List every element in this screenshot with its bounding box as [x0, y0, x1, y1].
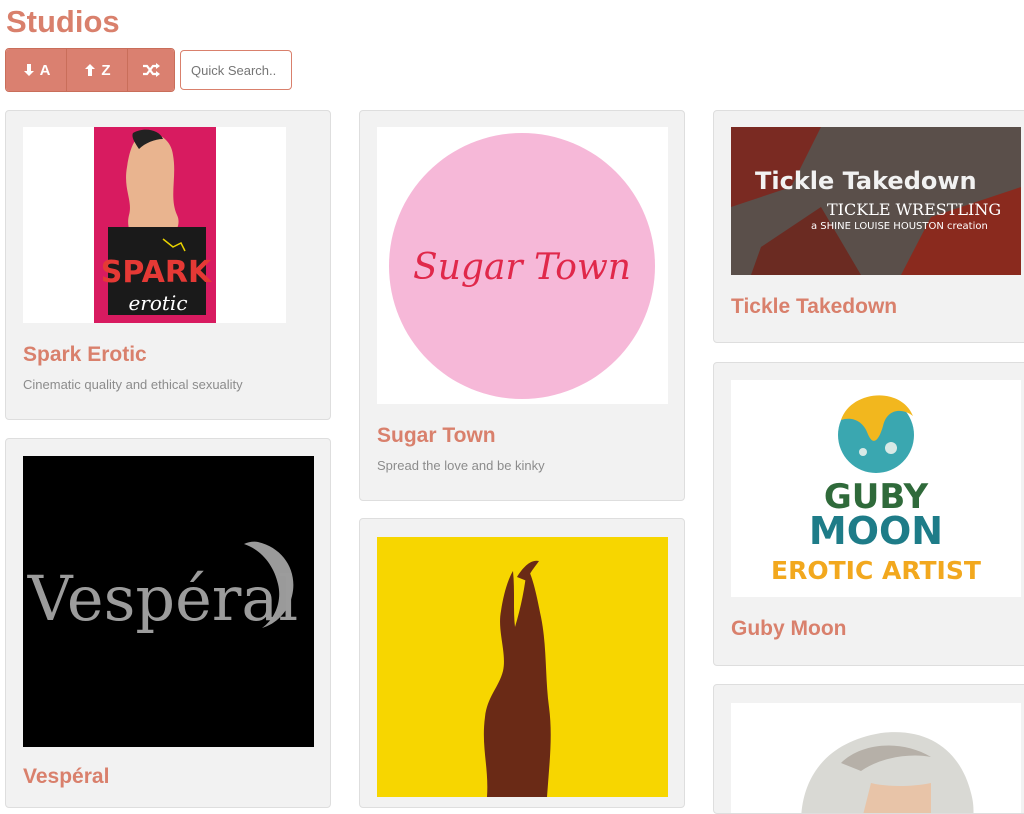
- tickle-logo-subtitle: TICKLE WRESTLING: [827, 200, 1001, 219]
- studio-logo-dancer[interactable]: [377, 537, 668, 797]
- studio-logo-guby-moon[interactable]: GUBY MOON EROTIC ARTIST: [731, 380, 1021, 597]
- studio-description: Cinematic quality and ethical sexuality: [23, 377, 243, 392]
- studio-description: Spread the love and be kinky: [377, 458, 545, 473]
- sort-ascending-button[interactable]: A: [6, 49, 67, 91]
- studio-card-dancer[interactable]: [359, 518, 685, 808]
- tickle-logo-title: Tickle Takedown: [755, 167, 977, 195]
- studio-logo-sugar-town[interactable]: Sugar Town: [377, 127, 668, 404]
- arrow-down-icon: [23, 64, 34, 76]
- shuffle-icon: [143, 63, 160, 77]
- studio-name[interactable]: Spark Erotic: [23, 343, 147, 367]
- studio-card-spark-erotic[interactable]: SPARK erotic Spark Erotic Cinematic qual…: [5, 110, 331, 420]
- studio-name[interactable]: Vespéral: [23, 765, 109, 789]
- studio-logo-vesperal[interactable]: Vespéral: [23, 456, 314, 747]
- sort-descending-label: Z: [101, 61, 111, 79]
- vesperal-logo-text: Vespéral: [27, 562, 298, 635]
- spark-logo-text: SPARK: [101, 255, 213, 290]
- page-title: Studios: [6, 4, 120, 39]
- spark-logo-subtext: erotic: [128, 291, 187, 315]
- studio-logo-spark-erotic[interactable]: SPARK erotic: [23, 127, 286, 323]
- quick-search-input[interactable]: [180, 50, 292, 90]
- studio-card-tickle-takedown[interactable]: Tickle Takedown TICKLE WRESTLING a SHINE…: [713, 110, 1024, 343]
- sugar-town-logo-text: Sugar Town: [413, 247, 631, 288]
- sort-descending-button[interactable]: Z: [67, 49, 128, 91]
- sort-ascending-label: A: [39, 61, 51, 79]
- erotic-artist-logo-text: EROTIC ARTIST: [771, 556, 981, 585]
- studio-logo-portrait[interactable]: [731, 703, 1021, 813]
- studio-logo-tickle-takedown[interactable]: Tickle Takedown TICKLE WRESTLING a SHINE…: [731, 127, 1021, 275]
- sort-button-group: A Z: [5, 48, 175, 92]
- studio-card-vesperal[interactable]: Vespéral Vespéral: [5, 438, 331, 808]
- studio-name[interactable]: Tickle Takedown: [731, 295, 897, 319]
- studio-card-guby-moon[interactable]: GUBY MOON EROTIC ARTIST Guby Moon: [713, 362, 1024, 666]
- arrow-up-icon: [85, 64, 96, 76]
- shuffle-button[interactable]: [128, 49, 174, 91]
- toolbar: A Z: [5, 48, 292, 92]
- studio-name[interactable]: Sugar Town: [377, 424, 496, 448]
- moon-logo-text: MOON: [809, 509, 943, 553]
- studio-name[interactable]: Guby Moon: [731, 617, 846, 641]
- studio-card-sugar-town[interactable]: Sugar Town Sugar Town Spread the love an…: [359, 110, 685, 501]
- tickle-logo-credit: a SHINE LOUISE HOUSTON creation: [811, 221, 988, 232]
- studio-card-portrait[interactable]: [713, 684, 1024, 814]
